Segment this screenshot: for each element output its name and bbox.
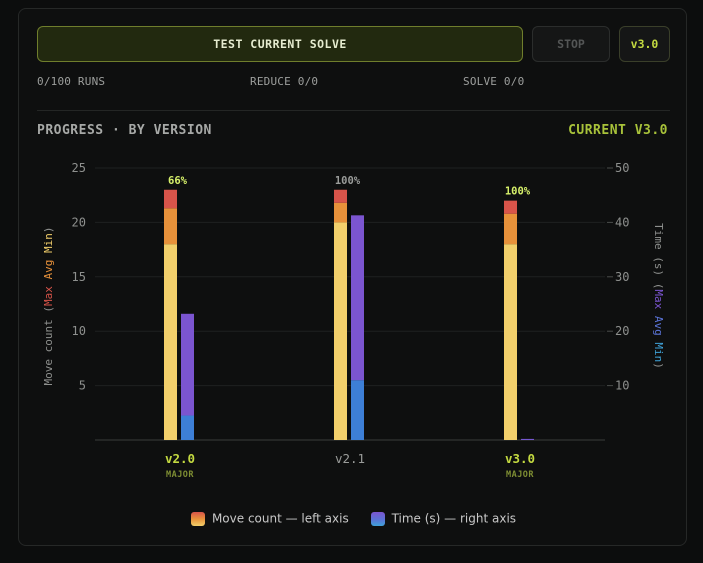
move-bar-avg [164,208,177,245]
category-label: v3.0 [505,451,535,466]
left-tick-label: 20 [72,215,86,229]
left-axis-label-max: Max [42,286,55,306]
left-axis-label-avg: Avg [42,260,55,280]
left-tick-label: 25 [72,161,86,175]
legend-swatch-time [370,511,385,526]
left-tick-label: 5 [79,379,86,393]
time-bar-min [351,380,364,440]
move-bar-max [164,189,177,209]
right-axis-label: Time (s) (Max Avg Min) [652,223,665,369]
move-bar-avg [334,202,347,223]
left-axis-label-prefix: Move count [42,313,55,386]
left-axis-label-space [42,280,55,287]
left-axis-label-paren: ( [42,306,55,313]
right-tick-label: 30 [615,270,629,284]
success-rate-label: 100% [505,186,531,198]
move-bar-min [164,244,177,440]
right-tick-label: 40 [615,215,629,229]
category-label: v2.0 [165,451,195,466]
left-axis-label-paren: ) [42,227,55,234]
right-tick-label: 50 [615,161,629,175]
move-bar-max [334,189,347,203]
category-tag: MAJOR [166,470,194,480]
category-tag: MAJOR [506,470,534,480]
right-axis-label-paren: ( [652,283,665,290]
time-bar-max [351,215,364,381]
progress-chart: 5101520251020304050Move count (Max Avg M… [42,161,665,480]
legend-item-time: Time (s) — right axis [370,511,517,526]
legend-label-move: Move count — left axis [211,511,349,526]
right-axis-label-min: Min [652,342,665,362]
legend-swatch-move [190,511,205,526]
right-axis-label-max: Max [652,289,665,309]
legend-label-time: Time (s) — right axis [391,511,517,526]
right-tick-label: 20 [615,324,629,338]
left-tick-label: 15 [72,270,86,284]
time-bar-max [521,438,534,440]
move-bar-max [504,200,517,214]
success-rate-label: 66% [168,175,188,187]
left-axis-label: Move count (Max Avg Min) [42,227,55,386]
move-bar-avg [504,213,517,245]
move-bar-min [504,244,517,440]
right-axis-label-avg: Avg [652,316,665,336]
legend-item-move: Move count — left axis [190,511,349,526]
time-bar-min [181,415,194,440]
chart-legend: Move count — left axis Time (s) — right … [19,511,688,529]
progress-panel: TEST CURRENT SOLVE STOP v3.0 0/100 RUNS … [18,8,687,546]
right-axis-label-prefix: Time (s) [652,223,665,283]
right-axis-label-space [652,309,665,316]
right-axis-label-paren: ) [652,362,665,369]
right-tick-label: 10 [615,379,629,393]
left-axis-label-min: Min [42,233,55,253]
category-label: v2.1 [335,451,365,466]
time-bar-max [181,313,194,416]
success-rate-label: 100% [335,175,361,187]
right-axis-label-space [652,336,665,343]
left-axis-label-space [42,253,55,260]
left-tick-label: 10 [72,324,86,338]
move-bar-min [334,222,347,440]
